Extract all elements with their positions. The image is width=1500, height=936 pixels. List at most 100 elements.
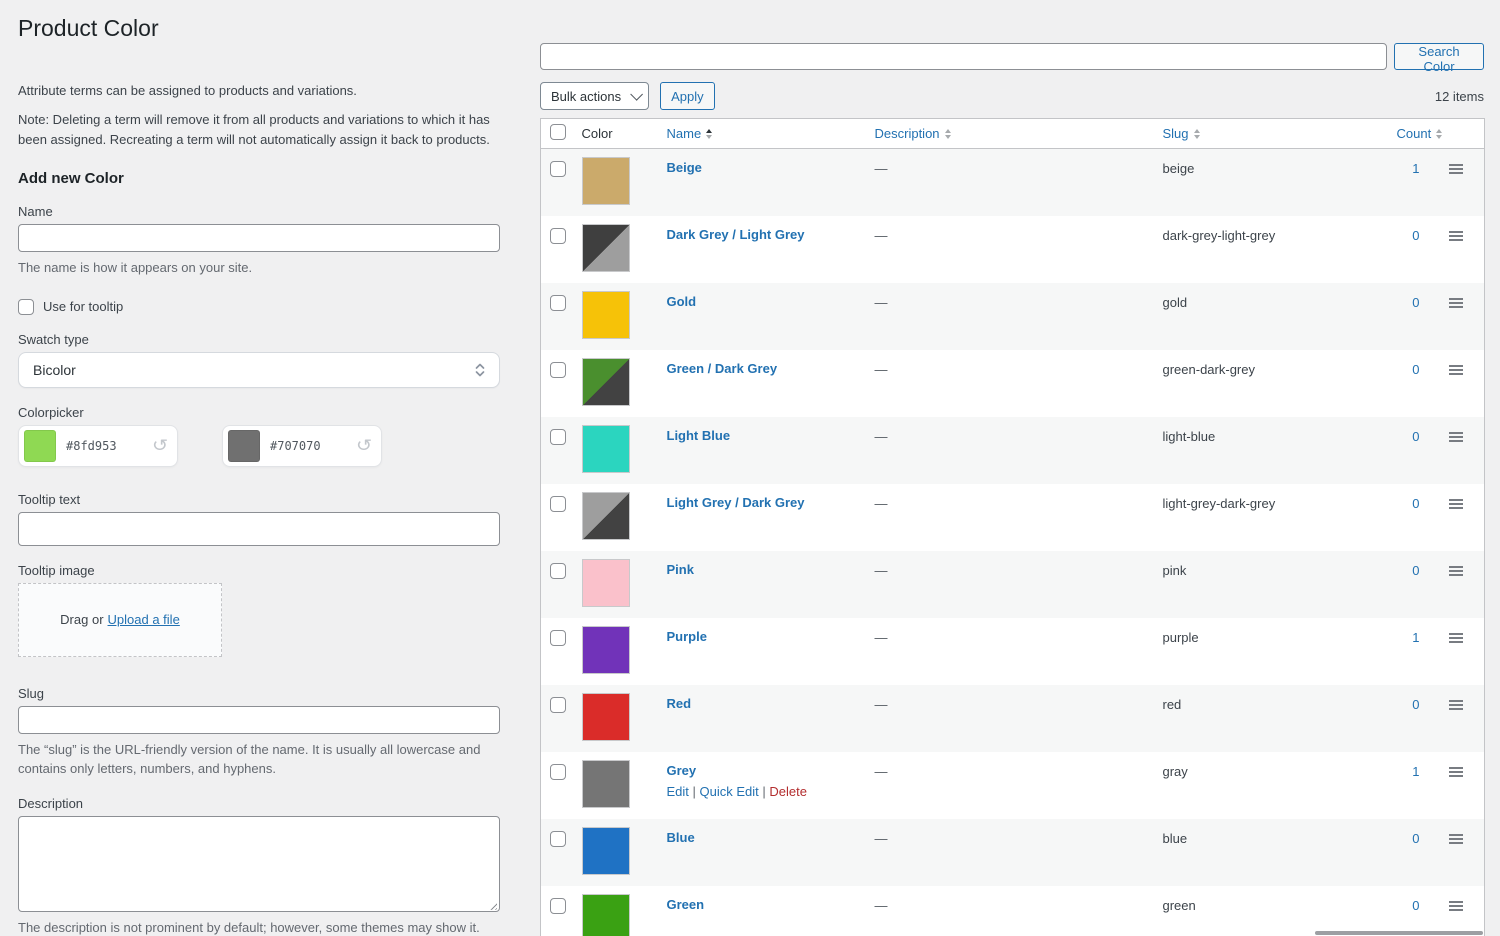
swatch-type-select[interactable]: Bicolor bbox=[18, 352, 500, 388]
slug-label: Slug bbox=[18, 686, 500, 701]
term-description: — bbox=[867, 618, 1155, 685]
row-action-delete[interactable]: Delete bbox=[769, 784, 807, 799]
row-checkbox[interactable] bbox=[550, 496, 566, 512]
name-label: Name bbox=[18, 204, 500, 219]
sort-icon bbox=[1194, 129, 1200, 139]
term-count-link[interactable]: 0 bbox=[1412, 831, 1419, 846]
tooltip-image-dropzone[interactable]: Drag or Upload a file bbox=[18, 583, 222, 657]
column-header-description[interactable]: Description bbox=[867, 119, 1155, 149]
color-swatch bbox=[582, 492, 630, 540]
description-field[interactable] bbox=[18, 816, 500, 912]
row-checkbox[interactable] bbox=[550, 429, 566, 445]
term-count-link[interactable]: 1 bbox=[1412, 630, 1419, 645]
menu-icon[interactable] bbox=[1449, 767, 1463, 777]
term-name-link[interactable]: Light Grey / Dark Grey bbox=[667, 495, 805, 510]
colorpicker-secondary[interactable]: #707070 ↺ bbox=[222, 425, 382, 467]
term-slug: blue bbox=[1155, 819, 1389, 886]
slug-field[interactable] bbox=[18, 706, 500, 734]
row-checkbox[interactable] bbox=[550, 697, 566, 713]
table-row: Light Grey / Dark Grey — light-grey-dark… bbox=[541, 484, 1485, 551]
row-checkbox[interactable] bbox=[550, 630, 566, 646]
menu-icon[interactable] bbox=[1449, 499, 1463, 509]
row-checkbox[interactable] bbox=[550, 362, 566, 378]
description-help: The description is not prominent by defa… bbox=[18, 918, 500, 936]
table-row: Green / Dark Grey — green-dark-grey 0 bbox=[541, 350, 1485, 417]
term-count-link[interactable]: 0 bbox=[1412, 429, 1419, 444]
color-swatch bbox=[582, 760, 630, 808]
term-description: — bbox=[867, 484, 1155, 551]
term-count-link[interactable]: 0 bbox=[1412, 496, 1419, 511]
tooltip-text-field[interactable] bbox=[18, 512, 500, 546]
menu-icon[interactable] bbox=[1449, 432, 1463, 442]
row-checkbox[interactable] bbox=[550, 295, 566, 311]
row-checkbox[interactable] bbox=[550, 831, 566, 847]
chevron-down-icon bbox=[630, 88, 643, 101]
term-name-link[interactable]: Green bbox=[667, 897, 705, 912]
term-slug: red bbox=[1155, 685, 1389, 752]
menu-icon[interactable] bbox=[1449, 365, 1463, 375]
upload-file-link[interactable]: Upload a file bbox=[108, 612, 180, 627]
table-row: Grey Edit | Quick Edit | Delete — gray 1 bbox=[541, 752, 1485, 819]
term-name-link[interactable]: Dark Grey / Light Grey bbox=[667, 227, 805, 242]
menu-icon[interactable] bbox=[1449, 633, 1463, 643]
menu-icon[interactable] bbox=[1449, 901, 1463, 911]
colorpicker-primary-swatch[interactable] bbox=[24, 430, 56, 462]
term-description: — bbox=[867, 551, 1155, 618]
row-action-edit[interactable]: Edit bbox=[667, 784, 689, 799]
menu-icon[interactable] bbox=[1449, 834, 1463, 844]
color-swatch bbox=[582, 693, 630, 741]
menu-icon[interactable] bbox=[1449, 700, 1463, 710]
term-name-link[interactable]: Purple bbox=[667, 629, 707, 644]
term-slug: purple bbox=[1155, 618, 1389, 685]
menu-icon[interactable] bbox=[1449, 231, 1463, 241]
term-name-link[interactable]: Light Blue bbox=[667, 428, 731, 443]
drag-text: Drag or bbox=[60, 612, 103, 627]
row-action-quick-edit[interactable]: Quick Edit bbox=[700, 784, 759, 799]
menu-icon[interactable] bbox=[1449, 566, 1463, 576]
use-for-tooltip-label: Use for tooltip bbox=[43, 299, 123, 314]
term-name-link[interactable]: Pink bbox=[667, 562, 694, 577]
term-count-link[interactable]: 0 bbox=[1412, 228, 1419, 243]
apply-button[interactable]: Apply bbox=[660, 82, 715, 110]
row-checkbox[interactable] bbox=[550, 161, 566, 177]
search-input[interactable] bbox=[540, 43, 1387, 70]
horizontal-scrollbar-thumb[interactable] bbox=[1315, 931, 1483, 935]
term-count-link[interactable]: 0 bbox=[1412, 697, 1419, 712]
term-count-link[interactable]: 0 bbox=[1412, 563, 1419, 578]
term-count-link[interactable]: 0 bbox=[1412, 362, 1419, 377]
row-checkbox[interactable] bbox=[550, 228, 566, 244]
column-header-name[interactable]: Name bbox=[659, 119, 867, 149]
menu-icon[interactable] bbox=[1449, 164, 1463, 174]
term-name-link[interactable]: Beige bbox=[667, 160, 702, 175]
term-slug: green-dark-grey bbox=[1155, 350, 1389, 417]
column-header-count[interactable]: Count bbox=[1389, 119, 1441, 149]
bulk-actions-select[interactable]: Bulk actions bbox=[540, 82, 649, 110]
term-name-link[interactable]: Gold bbox=[667, 294, 697, 309]
term-slug: gray bbox=[1155, 752, 1389, 819]
select-all-checkbox[interactable] bbox=[550, 124, 566, 140]
term-name-link[interactable]: Red bbox=[667, 696, 692, 711]
term-count-link[interactable]: 0 bbox=[1412, 295, 1419, 310]
menu-icon[interactable] bbox=[1449, 298, 1463, 308]
term-count-link[interactable]: 0 bbox=[1412, 898, 1419, 913]
search-color-button[interactable]: Search Color bbox=[1394, 43, 1484, 70]
use-for-tooltip-checkbox[interactable] bbox=[18, 299, 34, 315]
reset-color-icon[interactable]: ↺ bbox=[152, 437, 168, 454]
term-name-link[interactable]: Blue bbox=[667, 830, 695, 845]
reset-color-icon[interactable]: ↺ bbox=[356, 437, 372, 454]
row-checkbox[interactable] bbox=[550, 764, 566, 780]
term-count-link[interactable]: 1 bbox=[1412, 764, 1419, 779]
colorpicker-primary[interactable]: #8fd953 ↺ bbox=[18, 425, 178, 467]
term-name-link[interactable]: Green / Dark Grey bbox=[667, 361, 778, 376]
terms-table: Color Name Description Slug bbox=[540, 118, 1485, 936]
row-checkbox[interactable] bbox=[550, 563, 566, 579]
term-count-link[interactable]: 1 bbox=[1412, 161, 1419, 176]
term-name-link[interactable]: Grey bbox=[667, 763, 697, 778]
table-row: Purple — purple 1 bbox=[541, 618, 1485, 685]
row-checkbox[interactable] bbox=[550, 898, 566, 914]
table-header-row: Color Name Description Slug bbox=[541, 119, 1485, 149]
term-slug: pink bbox=[1155, 551, 1389, 618]
colorpicker-secondary-swatch[interactable] bbox=[228, 430, 260, 462]
column-header-slug[interactable]: Slug bbox=[1155, 119, 1389, 149]
name-field[interactable] bbox=[18, 224, 500, 252]
